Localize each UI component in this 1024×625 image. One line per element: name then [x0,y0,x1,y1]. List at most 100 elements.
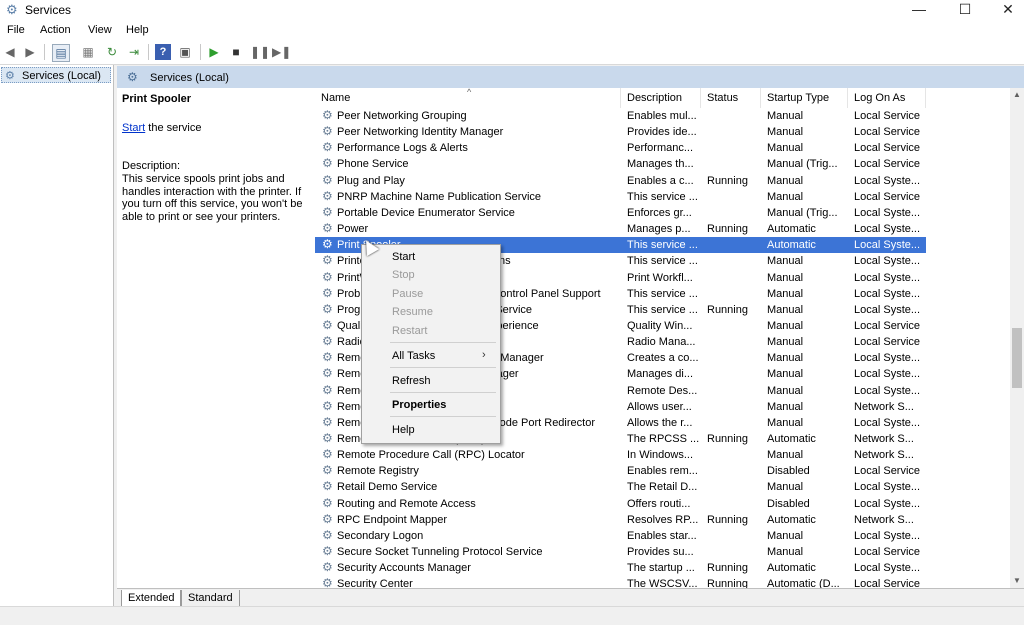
service-gear-icon: ⚙ [322,382,333,397]
console-tree: ⚙ Services (Local) [0,65,114,606]
restart-service-icon[interactable]: ▶❚ [272,44,291,60]
cell-desc: Manages th... [627,158,694,171]
list-view-icon[interactable]: ▦ [80,44,96,60]
window-title: Services [25,3,72,17]
cell-status: Running [707,578,748,588]
table-row[interactable]: ⚙ Power Manages p... Running Automatic Local … [315,221,926,237]
service-gear-icon: ⚙ [322,431,333,445]
cell-desc: Offers routi... [627,497,691,510]
cell-desc: Remote Des... [627,384,698,397]
service-gear-icon: ⚙ [322,237,333,252]
context-menu-restart[interactable]: Restart [392,325,427,337]
scroll-down-icon[interactable]: ▼ [1010,574,1024,588]
cell-logon: Local Syste... [854,287,921,300]
service-gear-icon: ⚙ [322,285,333,300]
description-label: Description: [122,160,181,172]
cell-startup: Automatic [767,513,816,526]
cell-startup: Manual [767,174,804,187]
cell-startup: Disabled [767,497,810,510]
table-row[interactable]: ⚙ Routing and Remote Access Offers routi..… [315,496,926,512]
cell-desc: This service ... [627,303,698,316]
table-row[interactable]: ⚙ Remote Registry Enables rem... Disabled Lo… [315,463,926,479]
table-row[interactable]: ⚙ Security Center The WSCSV... Running Autom… [315,576,926,588]
tab-standard[interactable]: Standard [181,590,240,607]
table-row[interactable]: ⚙ Secure Socket Tunneling Protocol Servic… [315,544,926,560]
column-header-log-on-as[interactable]: Log On As [848,88,926,108]
table-row[interactable]: ⚙ Phone Service Manages th... Manual (Trig.… [315,156,926,172]
scroll-up-icon[interactable]: ▲ [1010,88,1024,102]
column-header-description[interactable]: Description [621,88,701,108]
table-row[interactable]: ⚙ Portable Device Enumerator Service Enfor… [315,205,926,221]
stop-service-icon[interactable]: ■ [228,44,244,60]
maximize-button[interactable]: ☐ [942,0,988,20]
cell-desc: Manages p... [627,223,691,236]
service-gear-icon: ⚙ [322,334,333,349]
start-service-link[interactable]: Start [122,122,145,134]
cell-name: Secondary Logon [337,529,424,542]
cell-name: Remote Registry [337,465,419,478]
cell-desc: Manages di... [627,368,694,381]
services-gear-icon: ⚙ [127,70,138,84]
table-row[interactable]: ⚙ Secondary Logon Enables star... Manual Loc… [315,528,926,544]
start-service-icon[interactable]: ▶ [206,44,222,60]
cell-desc: Enables star... [627,529,697,542]
cell-logon: Local Syste... [854,255,921,268]
table-row[interactable]: ⚙ Security Accounts Manager The startup ..… [315,560,926,576]
menu-separator [390,367,496,368]
tab-extended[interactable]: Extended [121,590,182,607]
cell-desc: The RPCSS ... [627,433,700,445]
menu-view[interactable]: View [88,24,112,36]
pause-service-icon[interactable]: ❚❚ [250,44,270,60]
cell-startup: Manual [767,449,804,462]
vertical-scrollbar[interactable]: ▲ ▼ [1010,88,1024,588]
service-gear-icon: ⚙ [322,350,333,365]
context-menu-all-tasks[interactable]: All Tasks [392,350,435,362]
service-gear-icon: ⚙ [322,156,333,171]
column-header-name[interactable]: ^ Name [315,88,621,108]
services-gear-icon: ⚙ [6,2,18,17]
context-menu-properties[interactable]: Properties [392,399,446,411]
cell-logon: Local Service [854,110,921,122]
forward-arrow-icon[interactable]: ▶ [22,44,38,60]
menu-help[interactable]: Help [126,24,149,36]
context-menu-refresh[interactable]: Refresh [392,375,431,387]
table-row[interactable]: ⚙ Plug and Play Enables a c... Running Manua… [315,173,926,189]
help-icon[interactable]: ? [155,44,171,60]
service-gear-icon: ⚙ [322,527,333,542]
console-tree-icon[interactable]: ▤ [52,44,70,62]
cell-logon: Local Syste... [854,174,921,187]
scrollbar-thumb[interactable] [1012,328,1022,388]
cell-logon: Local Service [854,158,921,171]
table-row[interactable]: ⚙ RPC Endpoint Mapper Resolves RP... Runnin… [315,512,926,528]
table-row[interactable]: ⚙ Peer Networking Grouping Enables mul... M… [315,108,926,124]
column-header-status[interactable]: Status [701,88,761,108]
cell-logon: Local Syste... [854,416,921,429]
cell-logon: Local Syste... [854,239,921,252]
minimize-button[interactable]: — [896,0,942,20]
cell-status: Running [707,513,748,526]
context-menu-help[interactable]: Help [392,424,415,436]
context-menu-stop[interactable]: Stop [392,269,415,281]
tree-node-services-local[interactable]: ⚙ Services (Local) [1,67,111,83]
cell-startup: Manual [767,126,804,139]
export-list-icon[interactable]: ⇥ [126,44,142,60]
table-row[interactable]: ⚙ Remote Procedure Call (RPC) Locator In W… [315,447,926,463]
context-menu-resume[interactable]: Resume [392,306,433,318]
properties-icon[interactable]: ▣ [177,44,193,60]
table-row[interactable]: ⚙ PNRP Machine Name Publication Service Th… [315,189,926,205]
back-arrow-icon[interactable]: ◀ [2,44,18,60]
context-menu-pause[interactable]: Pause [392,288,423,300]
menu-action[interactable]: Action [40,24,71,36]
cell-startup: Automatic [767,562,816,575]
column-header-startup-type[interactable]: Startup Type [761,88,848,108]
cell-startup: Manual [767,481,804,494]
menu-file[interactable]: File [7,24,25,36]
cell-startup: Manual [767,271,804,284]
table-row[interactable]: ⚙ Retail Demo Service The Retail D... Manua… [315,479,926,495]
close-button[interactable]: ✕ [985,0,1024,20]
refresh-icon[interactable]: ↻ [104,44,120,60]
service-gear-icon: ⚙ [322,108,333,122]
context-menu-start[interactable]: Start [392,251,415,263]
table-row[interactable]: ⚙ Peer Networking Identity Manager Provide… [315,124,926,140]
table-row[interactable]: ⚙ Performance Logs & Alerts Performanc... M… [315,140,926,156]
